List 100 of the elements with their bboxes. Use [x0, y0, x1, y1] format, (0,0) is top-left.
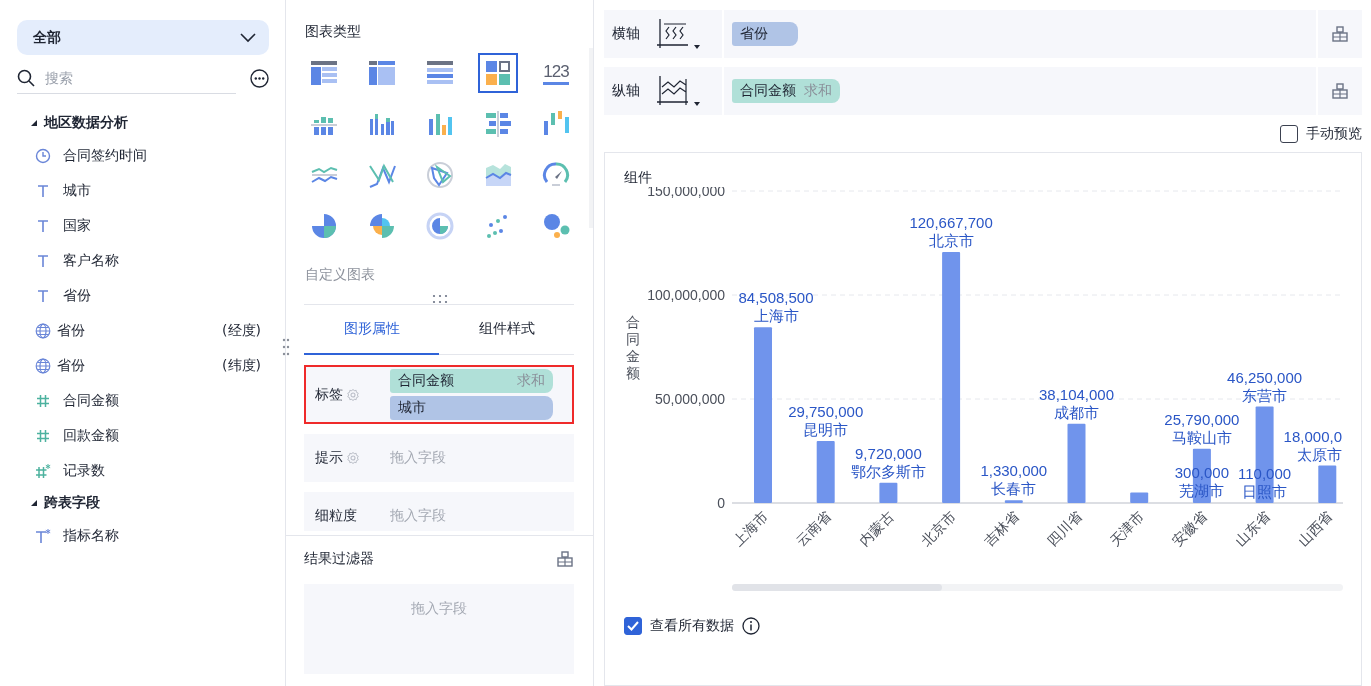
category-label: 成都市: [1054, 403, 1099, 421]
dashboard-chart-icon: [483, 58, 513, 88]
chart-type-button[interactable]: [478, 53, 518, 93]
field-name: 国家: [63, 216, 91, 235]
field-pill[interactable]: 合同金额 求和: [732, 79, 840, 103]
field-pill[interactable]: 省份: [732, 22, 798, 46]
clock-icon: [35, 147, 51, 164]
field-name: 合同金额: [398, 372, 454, 390]
text-type-icon: [35, 287, 51, 304]
aggregation-label: 求和: [517, 372, 545, 390]
field-item[interactable]: 省份: [17, 278, 269, 313]
pie-chart-icon: [309, 211, 339, 241]
scope-dropdown[interactable]: 全部: [17, 20, 269, 55]
data-label: 84,508,500: [738, 289, 814, 307]
data-label: 120,667,700: [909, 214, 993, 231]
x-tick-label: 天津市: [1106, 507, 1148, 549]
drag-handle-icon[interactable]: [430, 294, 449, 304]
x-tick-label: 上海市: [730, 507, 772, 549]
x-tick-label: 云南省: [792, 507, 834, 549]
text-type-icon: [35, 182, 51, 199]
data-label: 46,250,000: [1227, 368, 1303, 386]
data-label: 38,104,000: [1038, 385, 1115, 403]
drop-hint: 拖入字段: [390, 507, 446, 525]
expanded-triangle-icon[interactable]: [30, 499, 38, 507]
field-item[interactable]: 客户名称: [17, 243, 269, 278]
category-label: 鄂尔多斯市: [850, 462, 926, 480]
field-pill[interactable]: 合同金额 求和: [390, 369, 553, 393]
hierarchy-icon[interactable]: [1331, 25, 1349, 43]
field-item[interactable]: 城市: [17, 173, 269, 208]
checkbox-label: 手动预览: [1306, 125, 1362, 143]
x-tick-label: 北京市: [918, 507, 960, 549]
bar[interactable]: [1130, 492, 1149, 503]
x-tick-label: 四川省: [1043, 507, 1085, 549]
field-item[interactable]: 指标名称: [17, 518, 269, 553]
drop-hint: 拖入字段: [390, 449, 446, 467]
field-drop-zone[interactable]: 省份: [724, 10, 1316, 58]
field-item[interactable]: 合同金额: [17, 383, 269, 418]
y-tick-label: 50,000,000: [654, 391, 725, 407]
x-tick-label: 吉林省: [980, 507, 1022, 549]
category-label: 马鞍山市: [1171, 428, 1232, 446]
property-label: 标签: [315, 385, 343, 404]
checkbox[interactable]: [624, 617, 642, 635]
axis-label: 纵轴: [612, 82, 640, 100]
scrollbar[interactable]: [732, 584, 1343, 591]
field-name: 省份: [57, 321, 85, 340]
y-tick-label: 150,000,000: [647, 187, 725, 199]
search-icon: [17, 69, 35, 87]
bar[interactable]: [942, 252, 961, 503]
checkbox[interactable]: [1280, 125, 1298, 143]
drag-handle-icon[interactable]: [282, 337, 290, 357]
hierarchy-icon[interactable]: [556, 550, 574, 568]
bubble-chart-icon: [541, 211, 571, 241]
group-name: 地区数据分析: [44, 114, 128, 132]
more-icon[interactable]: [250, 69, 269, 88]
y-axis-title: 合同金额: [626, 314, 640, 381]
info-icon[interactable]: [742, 617, 760, 635]
chart-title: 组件: [624, 169, 653, 187]
crosstab-chart-icon: [367, 58, 397, 88]
field-name: 城市: [398, 399, 426, 417]
category-label: 昆明市: [803, 421, 849, 439]
data-label: 18,000,0: [1283, 427, 1342, 445]
axis-type-dropdown-icon[interactable]: [656, 18, 700, 50]
field-name: 合同签约时间: [63, 146, 147, 165]
expanded-triangle-icon[interactable]: [30, 119, 38, 127]
field-item[interactable]: 省份 (经度): [17, 313, 269, 348]
field-item[interactable]: 合同签约时间: [17, 138, 269, 173]
hierarchy-icon[interactable]: [1331, 82, 1349, 100]
field-name: 省份: [63, 286, 91, 305]
table-chart-icon: [309, 58, 339, 88]
field-drop-zone[interactable]: 合同金额 求和: [724, 67, 1316, 115]
field-name: 记录数: [63, 461, 105, 480]
data-label: 25,790,000: [1164, 410, 1240, 428]
tab[interactable]: 图形属性: [304, 305, 439, 355]
x-tick-label: 山东省: [1231, 507, 1273, 549]
group-name: 跨表字段: [44, 494, 100, 512]
axis-type-dropdown-icon[interactable]: [656, 75, 700, 107]
field-pill[interactable]: 城市: [390, 396, 553, 420]
bar[interactable]: [1004, 500, 1023, 503]
y-tick-label: 0: [717, 495, 725, 511]
hbar-chart-icon: [483, 109, 513, 139]
data-label: 29,750,000: [788, 403, 864, 421]
aggregation-label: 求和: [804, 82, 832, 100]
axis-label: 横轴: [612, 25, 640, 43]
x-tick-label: 内蒙古: [855, 507, 897, 549]
field-item[interactable]: 省份 (纬度): [17, 348, 269, 383]
number-chart-button[interactable]: 123: [536, 53, 576, 93]
globe-icon: [35, 322, 51, 339]
field-item[interactable]: 回款金额: [17, 418, 269, 453]
field-suffix: (经度): [222, 321, 262, 340]
bar[interactable]: [879, 482, 898, 503]
tab[interactable]: 组件样式: [439, 305, 574, 355]
number-type-icon: [35, 427, 51, 444]
field-name: 指标名称: [63, 526, 119, 545]
category-label: 北京市: [928, 232, 974, 249]
x-tick-label: 安徽省: [1169, 507, 1210, 549]
search-field[interactable]: 搜索: [43, 69, 207, 87]
field-item[interactable]: 记录数: [17, 453, 269, 488]
data-label: 9,720,000: [855, 444, 922, 462]
field-item[interactable]: 国家: [17, 208, 269, 243]
field-suffix: (纬度): [222, 356, 262, 375]
